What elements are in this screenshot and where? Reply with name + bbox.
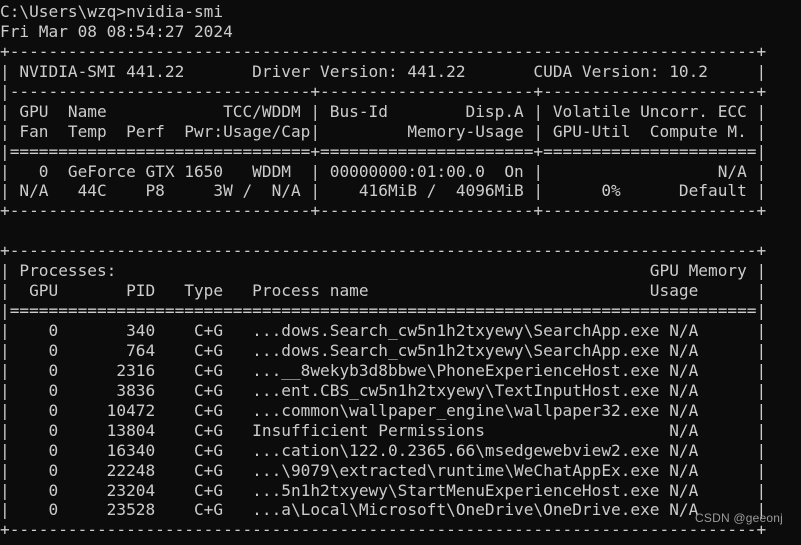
process-row: | 0 340 C+G ...dows.Search_cw5n1h2txyewy… [0, 321, 767, 340]
timestamp-line: Fri Mar 08 08:54:27 2024 [0, 21, 233, 41]
smi-column-header-row-1: | GPU Name TCC/WDDM | Bus-Id Disp.A | Vo… [0, 101, 767, 121]
process-row: | 0 3836 C+G ...ent.CBS_cw5n1h2txyewy\Te… [0, 380, 767, 400]
gpu-row-line-1: | 0 GeForce GTX 1650 WDDM | 00000000:01:… [0, 161, 767, 181]
processes-column-header: | GPU PID Type Process name Usage | [0, 281, 767, 301]
processes-title-line: | Processes: GPU Memory | [0, 261, 767, 281]
process-row: | 0 764 C+G ...dows.Search_cw5n1h2txyewy… [0, 340, 767, 360]
smi-version-header: | NVIDIA-SMI 441.22 Driver Version: 441.… [0, 61, 767, 81]
process-row: | 0 22248 C+G ...\9079\extracted\runtime… [0, 460, 767, 480]
smi-column-header-row-2: | Fan Temp Perf Pwr:Usage/Cap| Memory-Us… [0, 121, 767, 141]
smi-divider-dashed: |-------------------------------+-------… [0, 81, 767, 101]
gpu-row-line-2: | N/A 44C P8 3W / N/A | 416MiB / 4096MiB… [0, 181, 767, 201]
smi-table-bottom-border: +-------------------------------+-------… [0, 201, 767, 221]
processes-divider-equals: |=======================================… [0, 301, 767, 321]
smi-table-top-border: +---------------------------------------… [0, 41, 767, 61]
process-row: | 0 16340 C+G ...cation\122.0.2365.66\ms… [0, 440, 767, 460]
processes-table-bottom-border: +---------------------------------------… [0, 520, 767, 540]
process-row: | 0 13804 C+G Insufficient Permissions N… [0, 420, 767, 440]
process-row: | 0 23204 C+G ...5n1h2txyewy\StartMenuEx… [0, 480, 767, 500]
process-row: | 0 2316 C+G ...__8wekyb3d8bbwe\PhoneExp… [0, 360, 767, 380]
command-prompt-line: C:\Users\wzq>nvidia-smi [0, 2, 224, 21]
processes-table-top-border: +---------------------------------------… [0, 241, 767, 261]
terminal-window[interactable]: C:\Users\wzq>nvidia-smi Fri Mar 08 08:54… [0, 0, 801, 545]
smi-divider-equals: |===============================+=======… [0, 141, 767, 161]
process-row: | 0 10472 C+G ...common\wallpaper_engine… [0, 400, 767, 420]
process-row: | 0 23528 C+G ...a\Local\Microsoft\OneDr… [0, 500, 767, 520]
